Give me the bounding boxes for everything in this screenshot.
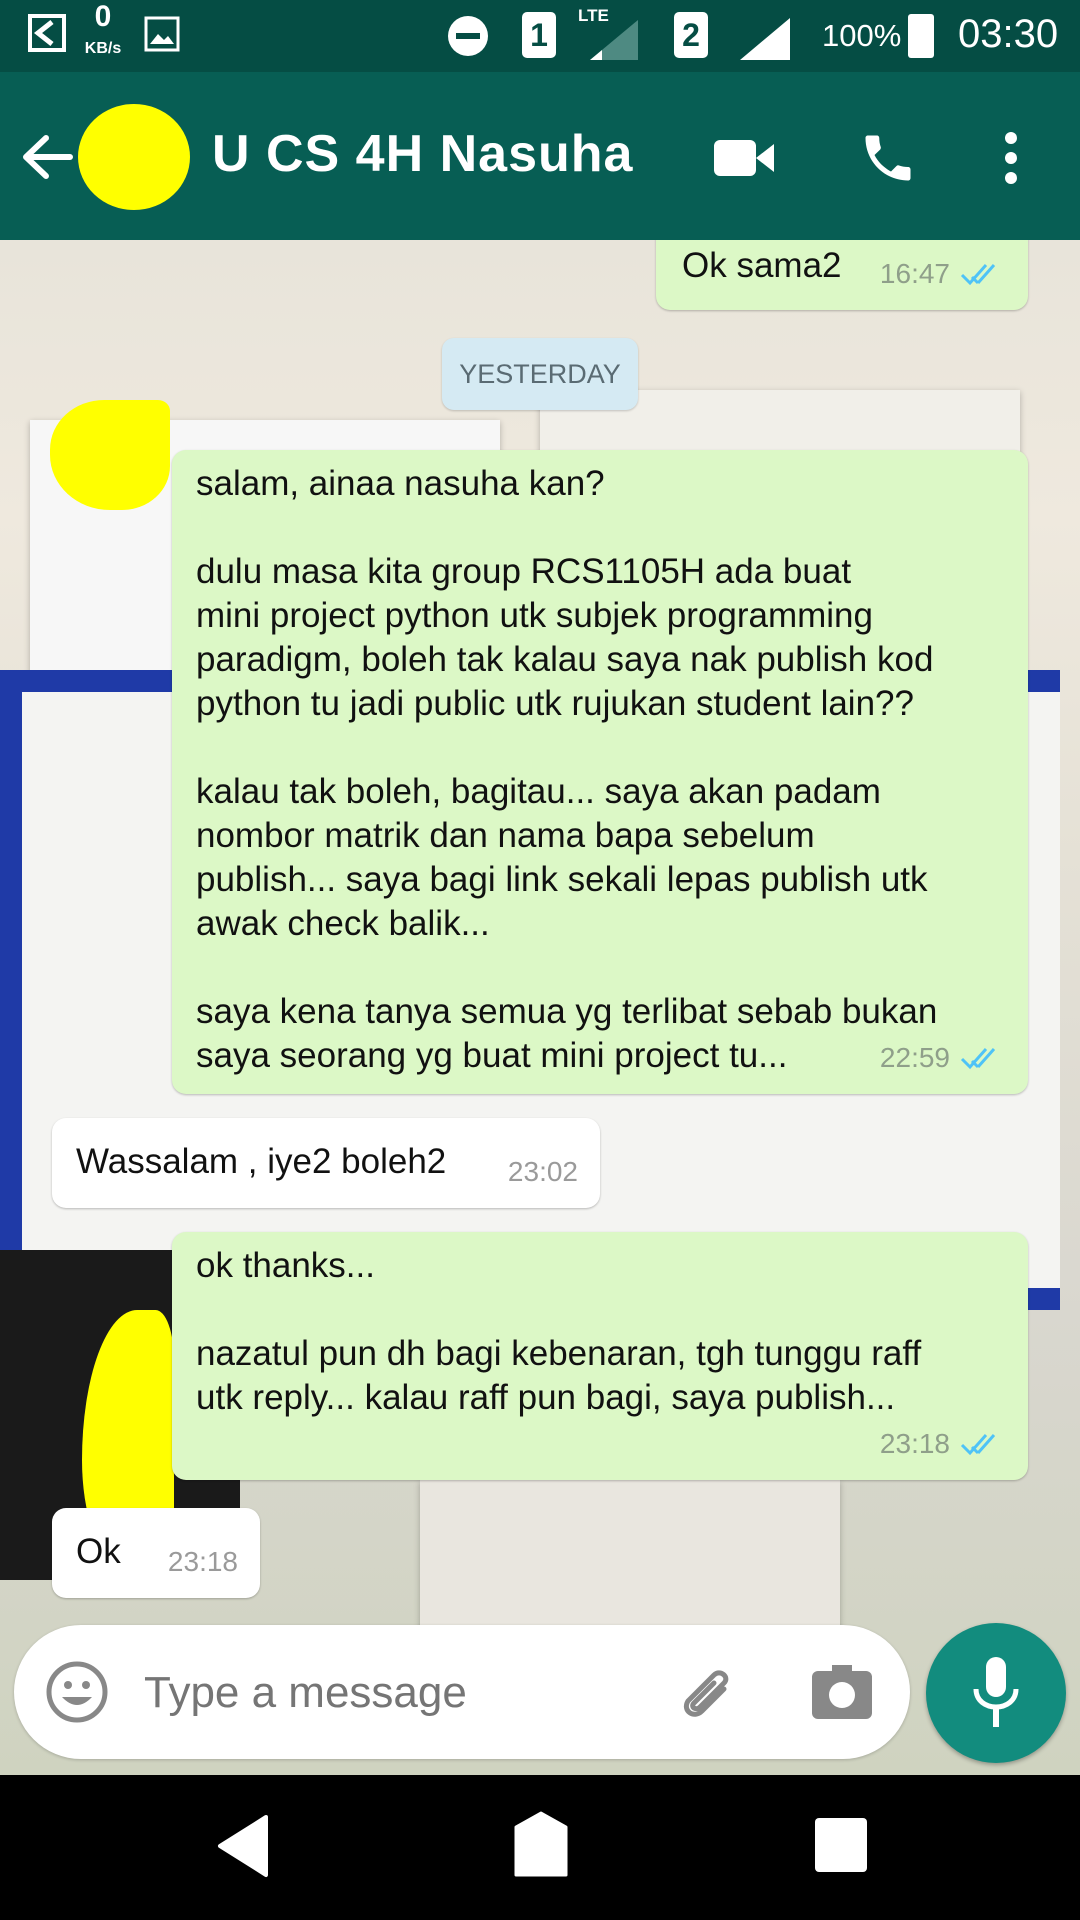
battery-percent: 100%	[822, 18, 902, 53]
message-meta: 23:18	[880, 1422, 1006, 1466]
more-options-icon[interactable]	[1002, 132, 1020, 186]
message-time: 23:02	[507, 1156, 578, 1187]
gallery-icon	[144, 16, 180, 52]
message-meta: 22:59	[880, 1036, 1006, 1080]
message-input[interactable]	[142, 1653, 656, 1733]
phone-icon[interactable]	[858, 128, 918, 188]
battery-icon	[908, 14, 934, 58]
data-speed-value: 0	[94, 0, 112, 33]
avatar[interactable]	[78, 104, 190, 210]
voice-record-button[interactable]	[926, 1623, 1066, 1763]
signal-strong-icon	[740, 18, 790, 60]
message-composer	[14, 1625, 910, 1759]
emoji-icon[interactable]	[46, 1661, 108, 1723]
wallpaper-photo	[420, 1480, 840, 1630]
nav-back-icon[interactable]	[214, 1813, 270, 1879]
sim1-badge: 1	[522, 12, 556, 58]
nav-recents-icon[interactable]	[812, 1815, 870, 1875]
sim2-badge: 2	[674, 12, 708, 58]
status-bar: 0 KB/s 1 LTE 2 100% 03:30	[0, 0, 1080, 72]
message-meta: 16:47	[880, 252, 1006, 296]
message-time: 23:18	[879, 1428, 950, 1459]
message-incoming[interactable]: Ok 23:18	[52, 1508, 260, 1598]
message-incoming[interactable]: Wassalam , iye2 boleh2 23:02	[52, 1118, 600, 1208]
mic-icon	[973, 1657, 1019, 1727]
chat-area[interactable]: Ok sama2 16:47 YESTERDAY salam, ainaa na…	[0, 240, 1080, 1775]
attach-icon[interactable]	[674, 1659, 740, 1725]
message-meta: 23:18	[168, 1540, 238, 1584]
camera-icon[interactable]	[810, 1663, 874, 1721]
read-receipt-icon	[960, 264, 996, 286]
back-arrow-icon[interactable]	[20, 132, 74, 182]
data-speed-unit: KB/s	[84, 40, 122, 57]
message-time: 16:47	[879, 258, 950, 289]
message-text: ok thanks... nazatul pun dh bagi kebenar…	[196, 1246, 922, 1417]
clock: 03:30	[958, 12, 1059, 56]
screen-cast-icon	[28, 14, 66, 52]
chat-header: U CS 4H Nasuha	[0, 72, 1080, 240]
message-text: salam, ainaa nasuha kan? dulu masa kita …	[196, 464, 938, 1075]
signal-weak-icon	[590, 20, 638, 60]
contact-name[interactable]: U CS 4H Nasuha	[212, 124, 633, 184]
nav-home-icon[interactable]	[512, 1811, 570, 1879]
message-text: Wassalam , iye2 boleh2	[76, 1142, 447, 1181]
message-outgoing[interactable]: salam, ainaa nasuha kan? dulu masa kita …	[172, 450, 1028, 1094]
date-divider: YESTERDAY	[442, 338, 638, 410]
redaction-mark	[50, 400, 170, 510]
read-receipt-icon	[960, 1048, 996, 1070]
message-time: 22:59	[879, 1042, 950, 1073]
data-speed: 0 KB/s	[80, 0, 126, 62]
message-outgoing[interactable]: ok thanks... nazatul pun dh bagi kebenar…	[172, 1232, 1028, 1480]
message-outgoing[interactable]: Ok sama2 16:47	[656, 240, 1028, 310]
do-not-disturb-icon	[448, 16, 488, 56]
navigation-bar	[0, 1775, 1080, 1920]
message-meta: 23:02	[508, 1150, 578, 1194]
message-time: 23:18	[167, 1546, 238, 1577]
read-receipt-icon	[960, 1434, 996, 1456]
video-call-icon[interactable]	[712, 136, 776, 180]
